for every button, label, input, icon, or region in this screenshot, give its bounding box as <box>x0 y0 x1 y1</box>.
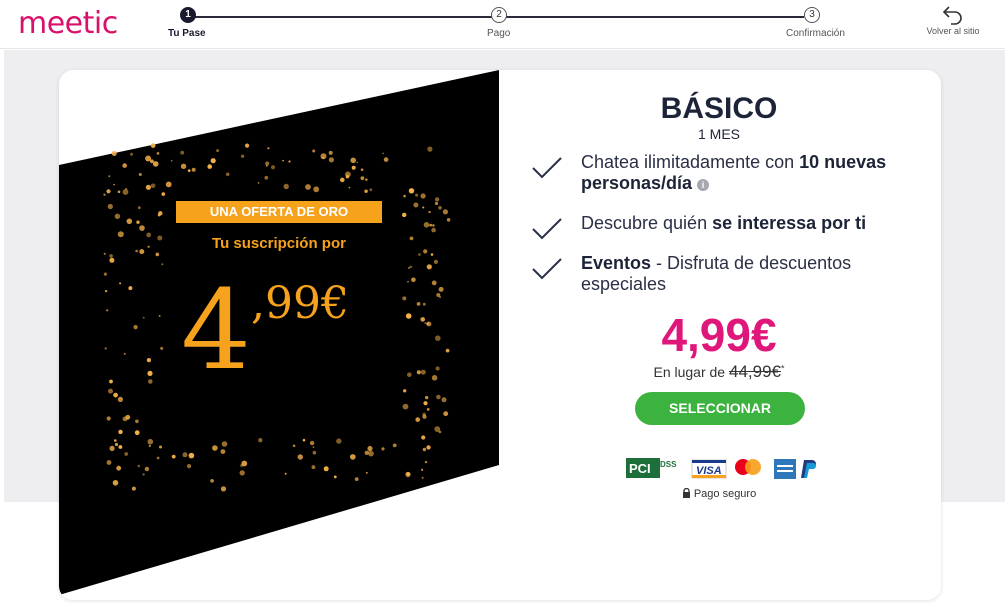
plan-title: BÁSICO <box>660 92 778 125</box>
lock-icon <box>682 487 690 498</box>
back-to-site-label: Volver al sitio <box>926 26 980 36</box>
visa-logo: VISA <box>691 459 727 479</box>
select-plan-button[interactable]: SELECCIONAR <box>635 392 805 425</box>
undo-arrow-icon <box>942 6 962 25</box>
step-1-label: Tu Pase <box>168 28 206 39</box>
top-header: meetic 1 Tu Pase 2 Pago 3 Confirmación V… <box>0 0 1005 49</box>
offer-card: UNA OFERTA DE ORO Tu suscripción por 4,9… <box>59 70 941 600</box>
step-3-label: Confirmación <box>786 28 845 39</box>
promo-price-integer: 4 <box>181 266 251 394</box>
original-price: En lugar de 44,99€* <box>653 362 785 381</box>
meetic-logo[interactable]: meetic <box>18 6 118 41</box>
promo-subtitle: Tu suscripción por <box>212 235 346 252</box>
payment-logos: PCI DSS VISA <box>626 458 816 479</box>
back-to-site-button[interactable]: Volver al sitio <box>918 4 988 44</box>
info-icon[interactable]: i <box>697 179 710 191</box>
promo-price-decimal: ,99€ <box>251 278 349 329</box>
check-icon <box>532 157 562 179</box>
step-3-indicator: 3 <box>804 7 820 23</box>
amex-logo <box>774 459 796 479</box>
mastercard-logo <box>735 459 761 475</box>
svg-text:DSS: DSS <box>660 460 677 469</box>
step-2-indicator: 2 <box>491 7 507 23</box>
plan-price: 4,99€ <box>661 309 777 361</box>
promo-banner: UNA OFERTA DE ORO Tu suscripción por 4,9… <box>59 70 499 600</box>
struck-price: 44,99€ <box>728 362 781 381</box>
paypal-logo <box>801 460 816 478</box>
plan-duration: 1 MES <box>697 126 740 142</box>
gold-offer-text: UNA OFERTA DE ORO <box>209 204 349 219</box>
step-2-label: Pago <box>487 28 511 39</box>
check-icon <box>532 258 562 280</box>
pci-dss-logo: PCI DSS <box>626 458 677 478</box>
gold-offer-band: UNA OFERTA DE ORO <box>176 201 382 223</box>
progress-line-2 <box>506 16 804 18</box>
check-icon <box>532 218 562 240</box>
promo-big-price: 4,99€ <box>181 275 349 385</box>
progress-line-1 <box>188 16 496 18</box>
secure-payment: Pago seguro <box>619 487 819 500</box>
svg-text:PCI: PCI <box>629 461 651 476</box>
svg-text:VISA: VISA <box>696 465 722 477</box>
step-1-indicator: 1 <box>180 7 196 23</box>
